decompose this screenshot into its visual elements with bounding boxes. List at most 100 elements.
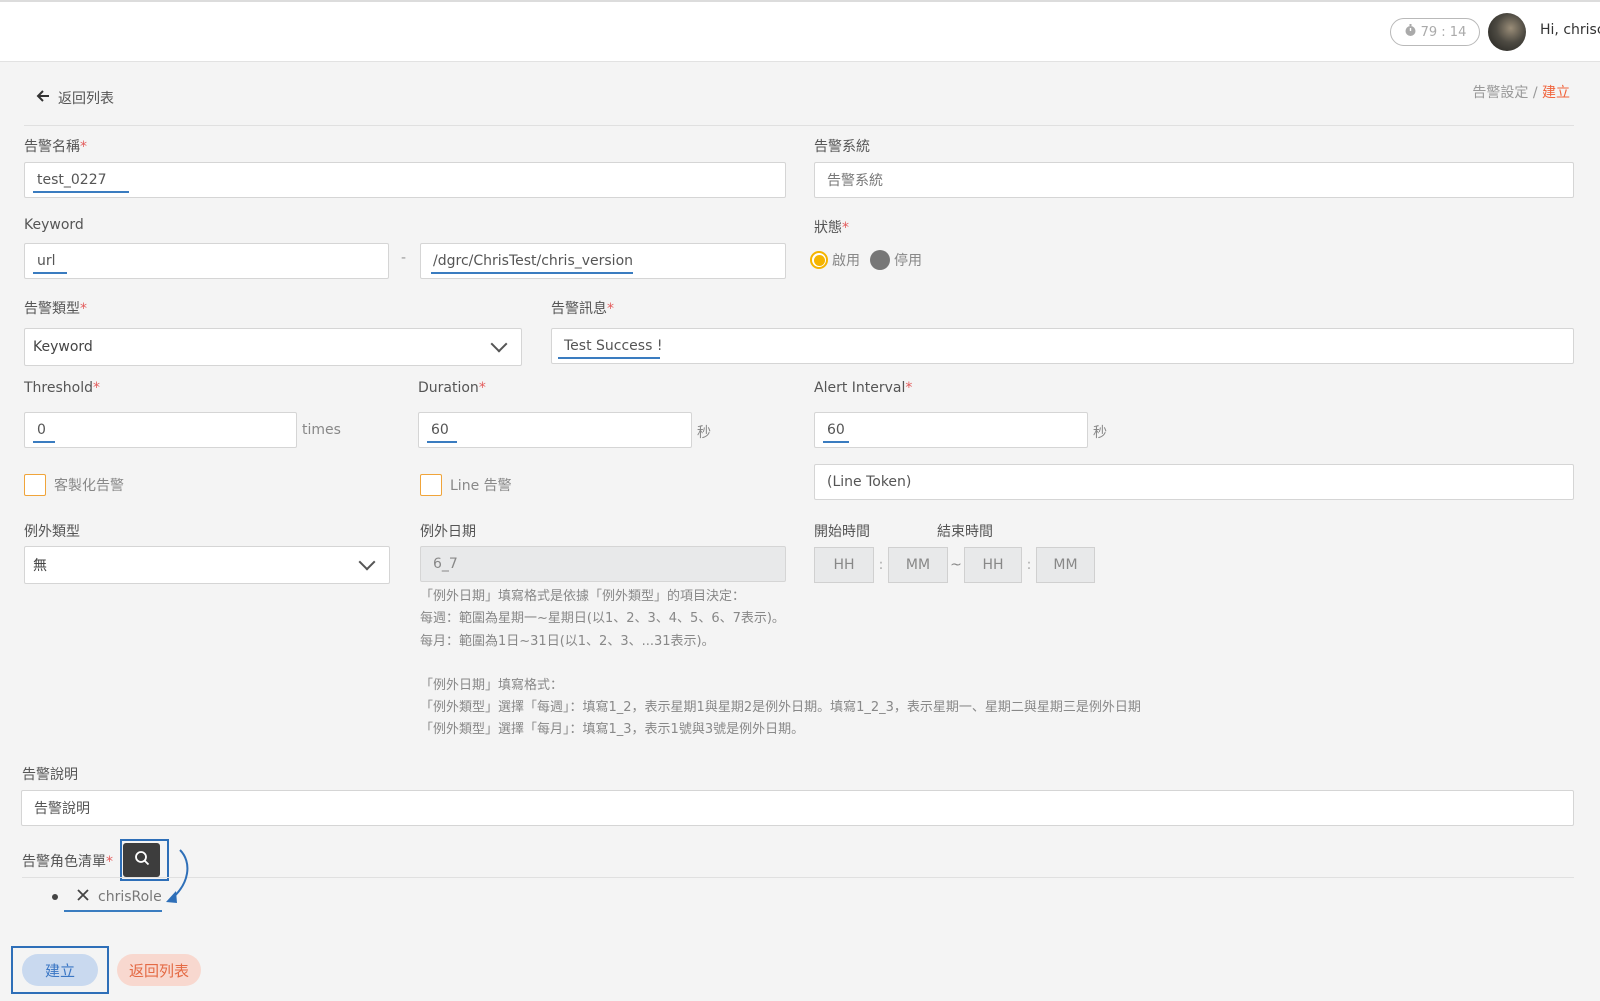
duration-input[interactable]: 60 [418, 412, 692, 448]
alert-interval-input[interactable]: 60 [814, 412, 1088, 448]
exception-date-label: 例外日期 [420, 524, 476, 540]
breadcrumb-separator: / [1528, 85, 1542, 101]
help-spacer [420, 653, 1141, 675]
help-line: 每月：範圍為1日~31日(以1、2、3、...31表示)。 [420, 633, 715, 649]
breadcrumb: 告警設定 / 建立 [1472, 82, 1570, 102]
role-search-button[interactable] [123, 843, 160, 877]
line-alert-checkbox[interactable] [420, 474, 442, 496]
chevron-down-icon [490, 335, 508, 353]
keyword-separator: - [401, 250, 407, 266]
time-range: HH : MM ~ HH : MM [814, 547, 1095, 583]
session-timer: 79 : 14 [1390, 18, 1480, 46]
threshold-input[interactable]: 0 [24, 412, 297, 448]
annotation-underline [427, 441, 457, 443]
exception-help-text: 「例外日期」填寫格式是依據「例外類型」的項目決定： 每週：範圍為星期一~星期日(以… [420, 586, 1141, 742]
keyword-input-1[interactable]: url [24, 243, 389, 279]
start-hour-input[interactable]: HH [814, 547, 874, 583]
end-hour-input[interactable]: HH [964, 547, 1022, 583]
annotation-underline [431, 272, 633, 274]
name-label: 告警名稱* [24, 139, 87, 155]
time-colon: : [878, 557, 884, 573]
breadcrumb-current: 建立 [1542, 85, 1570, 101]
annotation-arrow [166, 849, 189, 903]
line-alert-option[interactable]: Line 告警 [420, 474, 512, 496]
keyword-label: Keyword [24, 217, 84, 233]
back-to-list-link[interactable]: 返回列表 [36, 88, 114, 108]
help-line: 「例外日期」填寫格式是依據「例外類型」的項目決定： [420, 589, 746, 604]
radio-enabled[interactable] [810, 251, 828, 269]
exception-type-select[interactable]: 無 [24, 546, 390, 584]
breadcrumb-parent[interactable]: 告警設定 [1472, 85, 1528, 101]
annotation-underline [558, 357, 660, 359]
keyword-input-2[interactable]: /dgrc/ChrisTest/chris_version [420, 243, 786, 279]
remove-role-icon[interactable] [76, 888, 90, 906]
description-placeholder: 告警說明 [34, 801, 90, 817]
duration-label: Duration* [418, 380, 486, 396]
bullet [52, 894, 58, 900]
top-bar [0, 0, 1600, 62]
timer-text: 79 : 14 [1420, 24, 1467, 40]
threshold-value: 0 [37, 422, 46, 438]
user-greeting[interactable]: Hi, chrisc [1540, 22, 1600, 38]
duration-unit: 秒 [697, 425, 711, 441]
divider [24, 125, 1574, 126]
end-time-label: 結束時間 [937, 524, 993, 540]
exception-type-label: 例外類型 [24, 524, 80, 540]
avatar[interactable] [1488, 13, 1526, 51]
custom-alert-option[interactable]: 客製化告警 [24, 474, 124, 496]
alert-interval-value: 60 [827, 422, 845, 438]
duration-value: 60 [431, 422, 449, 438]
help-line: 「例外類型」選擇「每週」：填寫1_2，表示星期1與星期2是例外日期。填寫1_2_… [420, 700, 1141, 716]
annotation-underline [64, 910, 162, 912]
description-input[interactable]: 告警說明 [21, 790, 1574, 826]
start-time-label: 開始時間 [814, 524, 870, 540]
status-radio-group: 啟用 停用 [810, 250, 922, 270]
help-line: 「例外日期」填寫格式： [420, 677, 564, 693]
keyword-value-2: /dgrc/ChrisTest/chris_version [433, 253, 634, 269]
stopwatch-icon [1404, 23, 1417, 41]
alert-system-input[interactable]: 告警系統 [814, 162, 1574, 198]
arrow-left-icon [36, 89, 50, 107]
annotation-underline [33, 441, 55, 443]
role-name: chrisRole [98, 889, 162, 905]
custom-alert-checkbox[interactable] [24, 474, 46, 496]
message-label: 告警訊息* [551, 301, 614, 317]
exception-date-value: 6_7 [433, 556, 458, 572]
chevron-down-icon [358, 553, 376, 571]
annotation-underline [33, 191, 129, 193]
annotation-underline [823, 441, 849, 443]
alert-name-input[interactable]: test_0227 [24, 162, 786, 198]
radio-disabled-label: 停用 [894, 253, 922, 269]
search-icon [134, 850, 150, 870]
exception-date-input[interactable]: 6_7 [420, 546, 786, 582]
time-tilde: ~ [950, 557, 962, 573]
alert-message-input[interactable]: Test Success ! [551, 328, 1574, 364]
description-label: 告警說明 [22, 767, 78, 783]
alert-type-value: Keyword [33, 339, 93, 355]
start-minute-input[interactable]: MM [888, 547, 948, 583]
alert-type-label: 告警類型* [24, 301, 87, 317]
help-line: 「例外類型」選擇「每月」：填寫1_3，表示1號與3號是例外日期。 [420, 722, 805, 738]
alert-interval-label: Alert Interval* [814, 380, 913, 396]
threshold-unit: times [302, 422, 341, 438]
roles-label: 告警角色清單* [22, 854, 113, 870]
threshold-label: Threshold* [24, 380, 100, 396]
role-list-item: chrisRole [52, 888, 162, 906]
create-button[interactable]: 建立 [22, 954, 98, 986]
annotation-underline [33, 272, 67, 274]
custom-alert-label: 客製化告警 [54, 478, 124, 494]
radio-enabled-label: 啟用 [832, 253, 860, 269]
end-minute-input[interactable]: MM [1036, 547, 1095, 583]
time-colon: : [1026, 557, 1032, 573]
back-to-list-button[interactable]: 返回列表 [117, 954, 201, 986]
exception-type-value: 無 [33, 558, 47, 574]
alert-name-value: test_0227 [37, 172, 107, 188]
alert-interval-unit: 秒 [1093, 425, 1107, 441]
alert-type-select[interactable]: Keyword [24, 328, 522, 366]
roles-divider [22, 877, 1574, 878]
status-label: 狀態* [814, 220, 849, 236]
keyword-value-1: url [37, 253, 56, 269]
radio-disabled[interactable] [870, 250, 890, 270]
line-token-input[interactable]: (Line Token) [814, 464, 1574, 500]
line-token-placeholder: (Line Token) [827, 474, 912, 490]
